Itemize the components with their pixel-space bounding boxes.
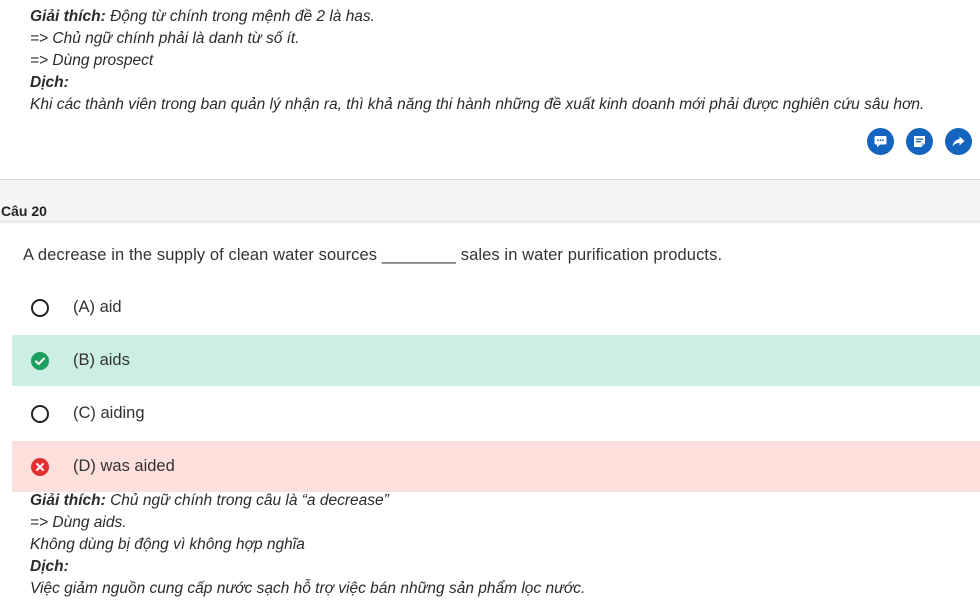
action-bar — [867, 128, 972, 155]
explanation-line-2: => Chủ ngữ chính phải là danh từ số ít. — [30, 30, 300, 47]
comment-icon — [874, 136, 887, 148]
share-button[interactable] — [945, 128, 972, 155]
comment-button[interactable] — [867, 128, 894, 155]
option-d[interactable]: (D) was aided — [12, 441, 980, 492]
question-header: Câu 20 — [0, 179, 980, 222]
option-label: (B) aids — [73, 351, 130, 369]
translation-heading: Dịch: — [30, 74, 69, 91]
option-c[interactable]: (C) aiding — [12, 388, 980, 439]
cross-circle-icon — [31, 457, 49, 476]
answer-explanation: Giải thích: Chủ ngữ chính trong câu là “… — [30, 490, 970, 600]
explanation-line-2: => Dùng aids. — [30, 514, 127, 531]
explanation-heading: Giải thích: — [30, 8, 106, 25]
explanation-text: Động từ chính trong mệnh đề 2 là has. — [110, 8, 375, 25]
explanation-line: Giải thích: Động từ chính trong mệnh đề … — [30, 6, 970, 28]
note-icon — [914, 136, 925, 147]
option-b[interactable]: (B) aids — [12, 335, 980, 386]
translation-text: Việc giảm nguồn cung cấp nước sạch hỗ tr… — [30, 580, 586, 597]
option-a[interactable]: (A) aid — [12, 282, 980, 333]
radio-unselected-icon[interactable] — [31, 404, 49, 423]
note-button[interactable] — [906, 128, 933, 155]
question-number: Câu 20 — [1, 203, 47, 219]
explanation-heading: Giải thích: — [30, 492, 106, 509]
explanation-line-3: Không dùng bị động vì không hợp nghĩa — [30, 536, 305, 553]
question-text: A decrease in the supply of clean water … — [23, 246, 723, 264]
check-circle-icon — [31, 351, 49, 370]
option-label: (C) aiding — [73, 404, 145, 422]
share-icon — [952, 136, 965, 147]
option-label: (A) aid — [73, 298, 122, 316]
translation-heading: Dịch: — [30, 558, 69, 575]
explanation-text: Chủ ngữ chính trong câu là “a decrease” — [110, 492, 389, 509]
option-label: (D) was aided — [73, 457, 175, 475]
explanation-line-3: => Dùng prospect — [30, 52, 154, 69]
previous-explanation: Giải thích: Động từ chính trong mệnh đề … — [30, 6, 970, 116]
radio-unselected-icon[interactable] — [31, 298, 49, 317]
translation-text: Khi các thành viên trong ban quản lý nhậ… — [30, 96, 925, 113]
